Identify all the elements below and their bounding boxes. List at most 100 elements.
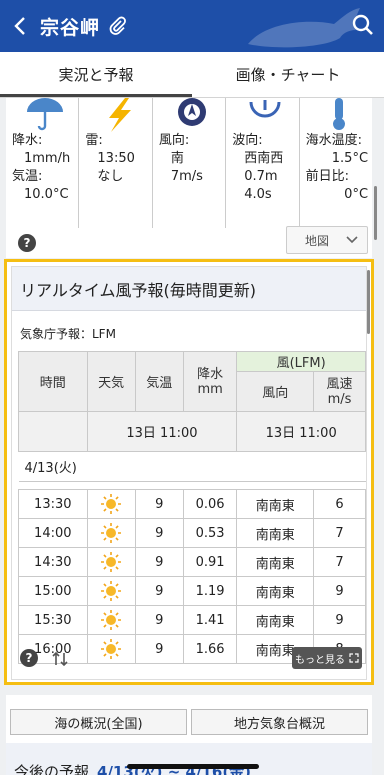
col-wind-speed-label: 風速 <box>326 376 353 392</box>
map-select[interactable]: 地図 <box>286 226 368 254</box>
col-wind-speed-unit: m/s <box>327 391 352 407</box>
realtime-wind-card: リアルタイム風予報(毎時間更新) 気象庁予報：LFM 時間 天気 気温 降水 mm… <box>4 259 374 685</box>
cell-temp: 9 <box>134 605 184 635</box>
cell-weather <box>86 518 136 548</box>
cell-temp: 9 <box>134 547 184 577</box>
cell-wind-dir: 南南東 <box>236 605 315 635</box>
table-row: 14:30 9 0.91 南南東 7 <box>18 547 366 577</box>
cell-wind-dir: 南南東 <box>236 547 315 577</box>
show-more-button[interactable]: もっと見る <box>292 647 362 669</box>
local-weather-button[interactable]: 地方気象台概況 <box>191 709 368 735</box>
chevron-down-icon <box>346 236 358 244</box>
tab-current-forecast[interactable]: 実況と予報 <box>0 52 192 97</box>
sort-arrows-icon[interactable] <box>50 649 70 669</box>
cell-wind-speed: 9 <box>313 605 366 635</box>
thunder-status: なし <box>97 169 124 184</box>
home-indicator[interactable] <box>127 764 259 769</box>
search-icon[interactable] <box>350 12 376 38</box>
wave-height: 0.7m <box>244 169 278 184</box>
rain-column: 降水: 1mm/h 気温: 10.0°C <box>6 98 80 228</box>
cell-weather <box>86 547 136 577</box>
cell-wind-dir: 南南東 <box>236 489 315 519</box>
windspeed-value: 7m/s <box>170 169 203 184</box>
expand-icon <box>349 653 359 663</box>
sea-temp-column: 海水温度: 1.5°C 前日比: 0°C <box>300 98 372 228</box>
sunny-icon <box>101 610 122 630</box>
cell-precip: 1.41 <box>182 605 238 635</box>
map-select-label: 地図 <box>305 233 330 248</box>
sea-overview-button[interactable]: 海の概況(全国) <box>10 709 187 735</box>
col-time: 時間 <box>18 351 88 412</box>
cell-precip: 1.19 <box>182 576 238 606</box>
wind-column: 風向: 南 7m/s <box>153 98 227 228</box>
thunder-column: 雷: 13:50 なし <box>79 98 153 228</box>
cell-weather <box>86 576 136 606</box>
cell-precip: 0.91 <box>182 547 238 577</box>
lightning-icon <box>108 98 131 132</box>
cell-time: 13:30 <box>18 489 88 519</box>
wind-help-icon[interactable]: ? <box>20 649 38 667</box>
whale-logo-icon <box>248 8 360 48</box>
show-more-label: もっと見る <box>295 654 345 666</box>
bottom-panel: 海の概況(全国) 地方気象台概況 今後の予報 4/13(火) ~ 4/16(金) <box>6 695 372 775</box>
sea-diff-value: 0°C <box>344 187 369 202</box>
col-temp: 気温 <box>134 351 184 412</box>
cell-time: 15:30 <box>18 605 88 635</box>
col-wind-dir: 風向 <box>236 371 315 412</box>
page-title: 宗谷岬 <box>40 16 101 39</box>
cell-wind-speed: 9 <box>313 576 366 606</box>
table-row: 15:30 9 1.41 南南東 9 <box>18 605 366 635</box>
thermometer-icon <box>332 98 345 130</box>
umbrella-icon <box>27 98 64 131</box>
rain-value: 1mm/h <box>24 151 71 166</box>
tab-images-charts[interactable]: 画像・チャート <box>192 52 384 97</box>
cell-weather <box>86 605 136 635</box>
cell-temp: 9 <box>134 576 184 606</box>
page-scrollbar[interactable] <box>374 186 377 240</box>
back-arrow-icon <box>14 17 25 35</box>
temp-label: 気温: <box>12 169 43 184</box>
rain-label: 降水: <box>12 133 43 148</box>
winddir-value: 南 <box>170 151 184 166</box>
card-scrollbar[interactable] <box>367 270 370 334</box>
cell-time: 14:30 <box>18 547 88 577</box>
init-time-main: 13日 11:00 <box>86 411 238 452</box>
help-icon[interactable]: ? <box>18 234 36 252</box>
table-row: 14:00 9 0.53 南南東 7 <box>18 518 366 548</box>
cell-temp: 9 <box>134 518 184 548</box>
sea-temp-label: 海水温度: <box>305 133 363 148</box>
paperclip-icon[interactable] <box>108 16 128 36</box>
table-row: 15:00 9 1.19 南南東 9 <box>18 576 366 606</box>
table-row: 13:30 9 0.06 南南東 6 <box>18 489 366 519</box>
col-weather: 天気 <box>86 351 136 412</box>
app-header: 宗谷岬 <box>0 0 384 52</box>
wave-period: 4.0s <box>244 187 272 202</box>
winddir-label: 風向: <box>158 133 190 148</box>
cell-weather <box>86 489 136 519</box>
wind-forecast-table: 時間 天気 気温 降水 mm 風(LFM) 風向 風速 m/s 13日 11:00 … <box>18 351 366 664</box>
back-button[interactable] <box>0 0 40 52</box>
col-precip-label: 降水 <box>197 366 224 382</box>
future-label: 今後の予報 <box>14 763 90 775</box>
cell-temp: 9 <box>134 489 184 519</box>
sunny-icon <box>101 523 122 543</box>
cell-wind-speed: 7 <box>313 518 366 548</box>
col-precip: 降水 mm <box>182 351 238 412</box>
cell-time: 15:00 <box>18 576 88 606</box>
wave-dir: 西南西 <box>244 151 284 166</box>
sunny-icon <box>101 581 122 601</box>
sunny-icon <box>101 552 122 572</box>
cell-precip: 0.53 <box>182 518 238 548</box>
col-precip-unit: mm <box>197 381 223 397</box>
wave-icon <box>249 100 281 118</box>
cell-wind-dir: 南南東 <box>236 576 315 606</box>
cell-time: 14:00 <box>18 518 88 548</box>
tab-bar: 実況と予報 画像・チャート <box>0 52 384 98</box>
cell-wind-dir: 南南東 <box>236 518 315 548</box>
observation-panel: 降水: 1mm/h 気温: 10.0°C 雷: 13:50 なし 風向: 南 7… <box>6 98 372 258</box>
wave-label: 波向: <box>232 133 263 148</box>
wind-card-footer: ? もっと見る <box>12 639 368 679</box>
date-row: 4/13(火) <box>18 451 366 482</box>
wind-card-title: リアルタイム風予報(毎時間更新) <box>12 267 366 311</box>
col-wind-group: 風(LFM) <box>236 351 366 372</box>
